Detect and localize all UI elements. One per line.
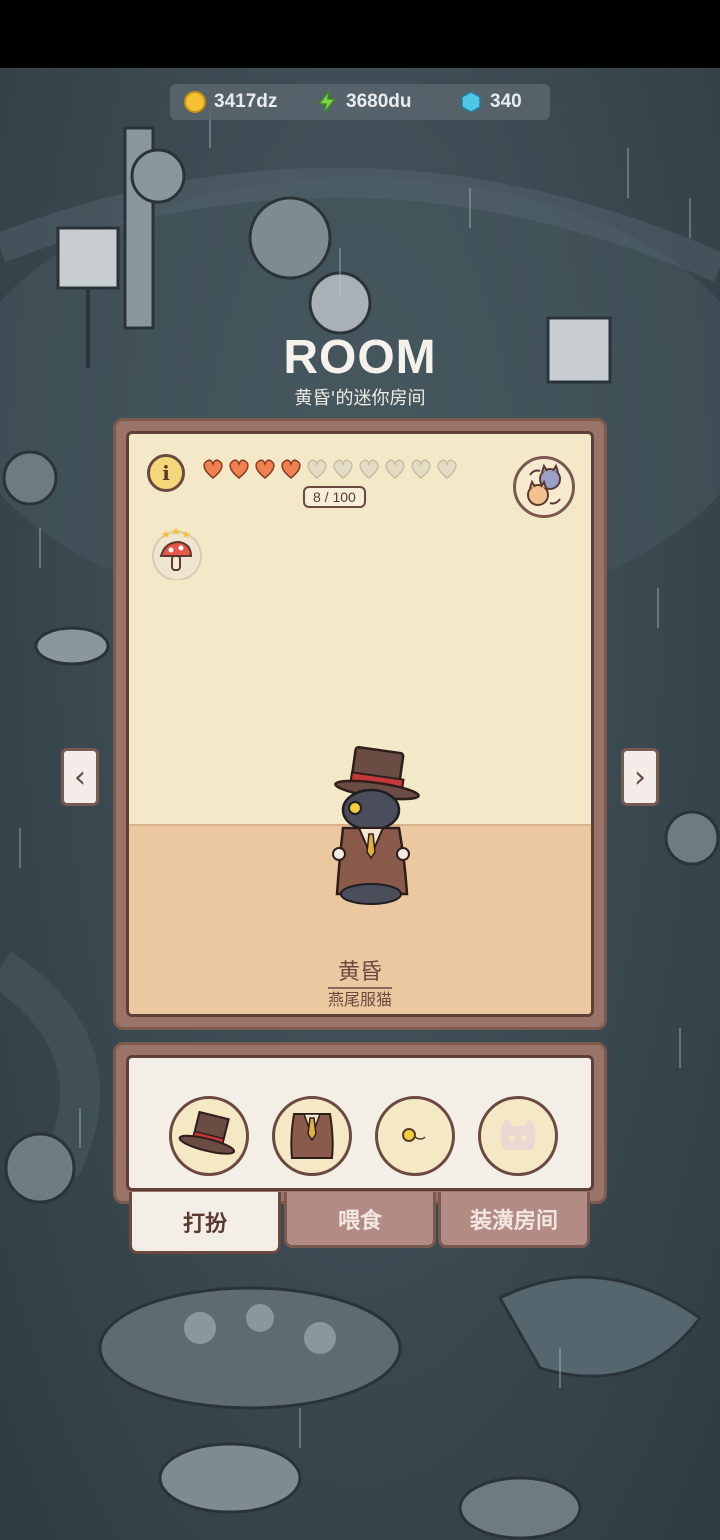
heart-icon [229,459,249,479]
outfit-panel [113,1042,607,1204]
room-view: i 8 / 100 ★ ★ ★ 黄昏 燕尾服猫 [126,431,594,1017]
outfit-slot-locked[interactable] [478,1096,558,1176]
affection-count: 8 / 100 [303,486,366,508]
heart-icon [281,459,301,479]
status-bar [0,0,720,68]
coin-icon [184,91,206,113]
coin-counter: 3417dz [184,84,277,120]
switch-cat-button[interactable] [513,456,575,518]
outfit-slot-clothes[interactable] [272,1096,352,1176]
room-subtitle: 黄昏'的迷你房间 [294,388,426,409]
previous-cat-button[interactable]: ‹ [61,748,99,806]
energy-counter: 3680du [316,84,411,120]
lightning-icon [317,90,337,114]
coin-value: 3417dz [214,91,278,112]
energy-value: 3680du [346,91,412,112]
svg-text:★: ★ [181,528,191,541]
outfit-slot-hat[interactable] [169,1096,249,1176]
chevron-left-icon: ‹ [74,759,86,795]
tab-dress-up[interactable]: 打扮 [129,1192,281,1254]
info-button[interactable]: i [147,454,185,492]
room-card: i 8 / 100 ★ ★ ★ 黄昏 燕尾服猫 [113,418,607,1030]
heart-icon [307,459,327,479]
gem-counter: 340 [460,84,522,120]
monocle-icon [402,1128,426,1142]
cat-character[interactable] [319,744,429,914]
currency-bar: 3417dz 3680du 340 [170,84,550,120]
heart-icon [333,459,353,479]
cat-outfit-label: 燕尾服猫 [327,987,392,1009]
outfit-slot-accessory[interactable] [375,1096,455,1176]
mushroom-rank-icon[interactable]: ★ ★ ★ [151,526,203,580]
chevron-right-icon: › [634,759,646,795]
svg-text:★: ★ [171,526,181,538]
heart-icon [411,459,431,479]
tailcoat-icon [290,1113,334,1159]
top-hat-icon [178,1111,236,1155]
room-title: ROOM [283,331,437,384]
outfit-slots [126,1055,594,1191]
heart-icon [437,459,457,479]
locked-slot-icon [500,1118,536,1150]
cat-name: 黄昏 [337,960,382,985]
tab-feed[interactable]: 喂食 [284,1192,436,1248]
tab-decorate-room[interactable]: 装潢房间 [438,1192,590,1248]
heart-icon [255,459,275,479]
heart-icon [359,459,379,479]
gem-icon [461,91,481,113]
next-cat-button[interactable]: › [621,748,659,806]
heart-icon [203,459,223,479]
cat-swap-icon [527,463,561,506]
affection-hearts [201,458,459,484]
gem-value: 340 [490,91,522,112]
cat-outfit-title: 燕尾服猫 [129,986,591,1010]
heart-icon [385,459,405,479]
svg-text:★: ★ [161,528,171,541]
